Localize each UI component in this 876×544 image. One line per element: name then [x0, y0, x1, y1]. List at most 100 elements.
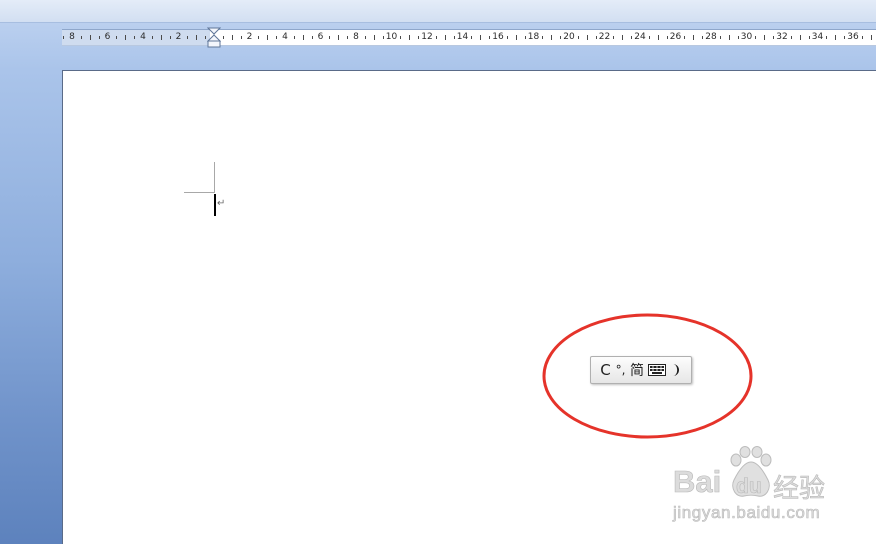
ruler-label: 8 — [69, 32, 75, 42]
ruler-label: 8 — [353, 32, 359, 42]
document-workspace: 8 6 4 2 2 4 6 8 10 12 14 16 18 20 22 24 26 28 30 32 34 36 ↵ C… — [0, 0, 876, 544]
ruler-label: 12 — [421, 32, 433, 42]
ruler-tick — [719, 36, 721, 39]
ruler-tick — [89, 35, 91, 40]
ruler-label: 6 — [317, 32, 324, 42]
ruler-label: 30 — [740, 32, 753, 42]
ruler-tick — [382, 36, 384, 39]
ruler-tick — [258, 36, 260, 39]
ruler-label: 4 — [282, 32, 288, 42]
soft-keyboard-icon[interactable] — [646, 360, 667, 380]
ruler-tick — [196, 35, 198, 40]
text-cursor — [214, 194, 216, 216]
ruler-tick — [80, 36, 82, 39]
ruler-label: 32 — [776, 32, 788, 42]
ruler-tick — [524, 36, 526, 39]
ruler-label: 28 — [705, 32, 717, 42]
ruler-tick — [560, 36, 562, 39]
ruler-tick — [435, 36, 437, 39]
ruler-tick — [631, 36, 633, 39]
ruler-tick — [160, 35, 162, 40]
ruler-tick — [98, 36, 100, 39]
ruler-tick — [151, 36, 153, 39]
paragraph-mark: ↵ — [217, 198, 226, 209]
ruler-tick — [648, 36, 650, 39]
ruler-tick — [577, 36, 579, 39]
ruler-tick — [125, 35, 127, 40]
ruler-tick — [373, 35, 375, 40]
ruler-tick — [489, 36, 491, 39]
crop-mark-vertical — [214, 162, 215, 193]
half-width-moon-icon[interactable] — [667, 360, 683, 380]
ruler-tick — [808, 36, 810, 39]
ruler-tick — [613, 36, 615, 39]
ruler-tick — [231, 35, 233, 40]
ruler-tick — [755, 36, 757, 39]
ruler-tick — [666, 36, 668, 39]
ruler-tick — [799, 35, 801, 40]
ruler-tick — [622, 35, 624, 40]
ruler-tick — [586, 35, 588, 40]
ruler-label: 24 — [634, 32, 646, 42]
ruler-tick — [222, 36, 224, 39]
ruler-tick — [844, 36, 846, 39]
ruler-tick — [826, 36, 828, 39]
ruler-tick — [657, 35, 659, 40]
ruler-tick — [693, 35, 695, 40]
ruler-tick — [409, 35, 411, 40]
ruler-tick — [347, 36, 349, 39]
ruler-tick — [63, 36, 65, 39]
ruler-tick — [506, 36, 508, 39]
ruler-label: 10 — [385, 32, 398, 42]
ruler-tick — [187, 36, 189, 39]
ruler-tick — [302, 35, 304, 40]
ruler-tick — [311, 36, 313, 39]
ruler-tick — [240, 36, 242, 39]
ruler-tick — [861, 36, 863, 39]
ruler-label: 34 — [811, 32, 824, 42]
indent-marker-icon[interactable] — [207, 27, 221, 48]
watermark-brand-suffix: 经验 — [773, 474, 826, 505]
ruler-tick — [480, 35, 482, 40]
ruler-tick — [835, 35, 837, 40]
ruler-tick — [267, 35, 269, 40]
crop-mark-horizontal — [184, 192, 214, 193]
ruler-tick — [116, 36, 118, 39]
ruler-tick — [329, 36, 331, 39]
watermark-brand-du: du — [736, 475, 762, 499]
horizontal-ruler[interactable]: 8 6 4 2 2 4 6 8 10 12 14 16 18 20 22 24 26 28 30 32 34 36 — [62, 29, 876, 46]
watermark: Bai du 经验 jingyan.baidu.com — [670, 446, 836, 526]
ruler-tick — [293, 36, 295, 39]
ruler-tick — [737, 36, 739, 39]
ruler-tick — [471, 36, 473, 39]
ime-charset-toggle[interactable]: 简 — [628, 360, 646, 380]
ruler-label: 4 — [140, 32, 146, 42]
ruler-tick — [595, 36, 597, 39]
ruler-tick — [684, 36, 686, 39]
ruler-tick — [702, 36, 704, 39]
ruler-tick — [453, 36, 455, 39]
ruler-label: 2 — [175, 32, 182, 42]
ruler-label: 20 — [563, 32, 575, 42]
ime-status-bar[interactable]: C °, 简 — [590, 356, 692, 384]
ruler-tick — [764, 35, 766, 40]
ruler-tick — [134, 36, 136, 39]
ruler-tick — [276, 36, 278, 39]
ruler-tick — [338, 35, 340, 40]
ruler-label: 6 — [104, 32, 111, 42]
ruler-tick — [542, 36, 544, 39]
ruler-tick — [444, 35, 446, 40]
ruler-tick — [418, 36, 420, 39]
ime-punctuation-toggle[interactable]: °, — [613, 360, 628, 380]
watermark-url: jingyan.baidu.com — [673, 503, 821, 523]
ruler-tick — [551, 35, 553, 40]
ruler-tick — [400, 36, 402, 39]
ruler-tick — [205, 36, 207, 39]
ruler-label: 2 — [246, 32, 253, 42]
ruler-label: 26 — [669, 32, 682, 42]
watermark-brand-bai: Bai — [673, 464, 722, 500]
ruler-tick — [515, 35, 517, 40]
ruler-tick — [169, 36, 171, 39]
ruler-label: 36 — [847, 32, 859, 42]
ime-mode-toggle[interactable]: C — [598, 360, 613, 380]
